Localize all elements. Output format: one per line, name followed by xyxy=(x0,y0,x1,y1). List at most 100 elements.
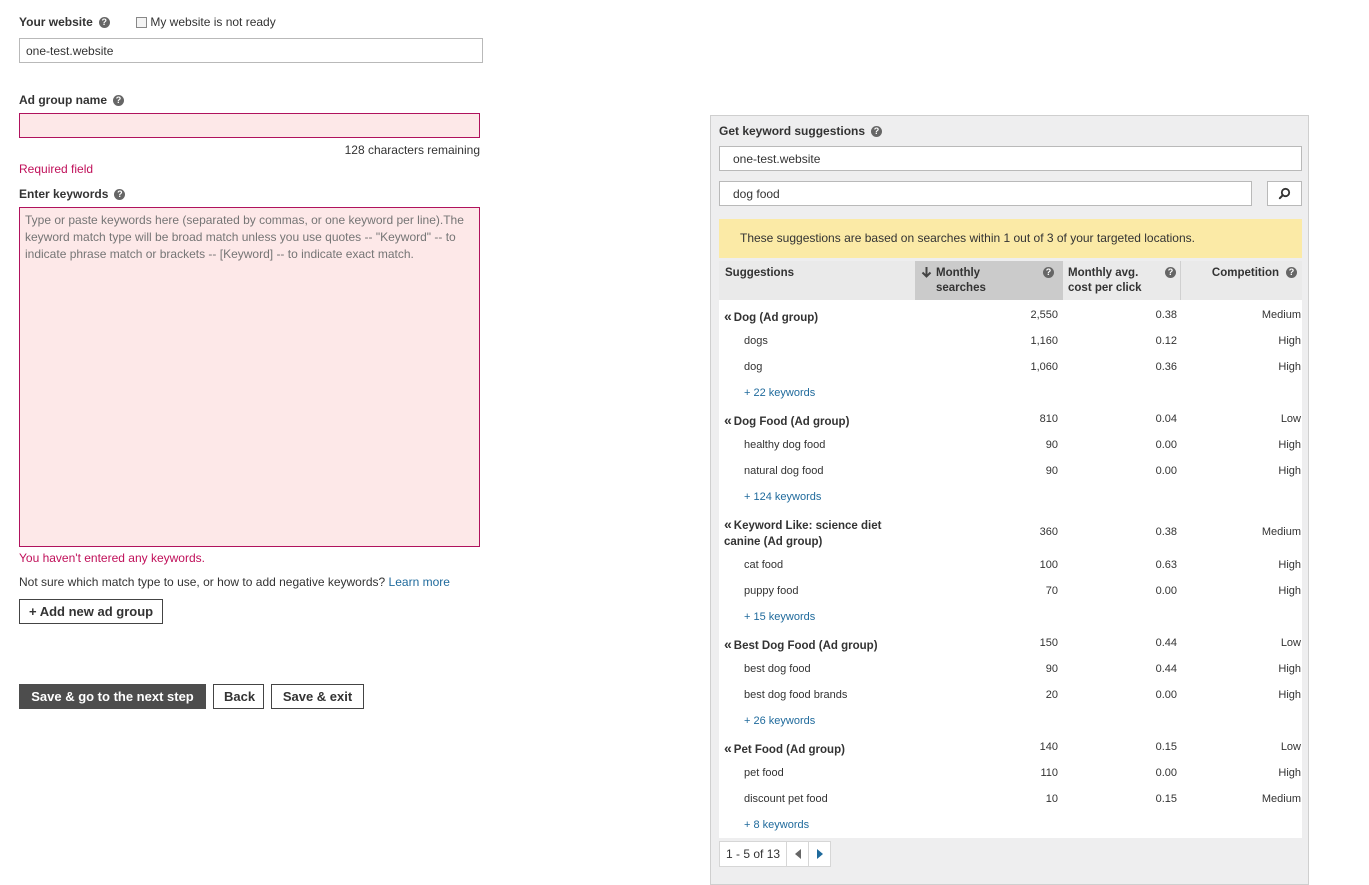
website-label-text: Your website xyxy=(19,15,93,29)
add-ad-group-button[interactable]: + Add new ad group xyxy=(19,599,164,624)
help-icon[interactable]: ? xyxy=(114,189,126,201)
triangle-left-icon xyxy=(794,849,801,859)
help-icon[interactable]: ? xyxy=(1286,267,1297,278)
avg-cpc: 0.00 xyxy=(1155,689,1177,701)
collapse-chevron-icon[interactable]: « xyxy=(724,740,732,756)
competition: Low xyxy=(1280,741,1301,753)
more-keywords-link[interactable]: + 15 keywords xyxy=(744,611,815,623)
ad-group-name-text: Dog (Ad group) xyxy=(733,312,819,324)
ad-group-name: «Keyword Like: science diet canine (Ad g… xyxy=(724,516,909,550)
suggestion-keyword-input[interactable] xyxy=(719,181,1252,206)
keyword-name: dog xyxy=(744,361,763,373)
more-keywords-link[interactable]: + 124 keywords xyxy=(744,491,821,503)
ad-group-row[interactable]: «Dog (Ad group) 2,550 0.38 Medium xyxy=(719,302,1302,328)
suggestion-website-input[interactable] xyxy=(719,146,1302,171)
avg-cpc: 0.04 xyxy=(1155,413,1177,425)
suggestions-table-header: Suggestions Monthly searches ? Monthly a… xyxy=(719,261,1302,300)
locations-notice: These suggestions are based on searches … xyxy=(719,219,1302,258)
col-competition[interactable]: Competition ? xyxy=(1181,261,1302,300)
help-icon[interactable]: ? xyxy=(1165,267,1176,278)
col-suggestions[interactable]: Suggestions xyxy=(719,261,915,300)
ad-group-row[interactable]: «Keyword Like: science diet canine (Ad g… xyxy=(719,510,1302,554)
avg-cpc: 0.00 xyxy=(1155,465,1177,477)
keyword-suggestions-title: Get keyword suggestions? xyxy=(719,124,883,138)
keyword-name: best dog food brands xyxy=(744,689,848,701)
competition: Medium xyxy=(1261,526,1301,538)
keyword-row[interactable]: puppy food 70 0.00 High xyxy=(719,578,1302,604)
ad-group-name-text: Keyword Like: science diet canine (Ad gr… xyxy=(724,520,882,548)
competition: High xyxy=(1278,439,1301,451)
monthly-searches: 2,550 xyxy=(1030,309,1058,321)
monthly-searches: 110 xyxy=(1040,767,1058,779)
keyword-row[interactable]: pet food 110 0.00 High xyxy=(719,760,1302,786)
keyword-row[interactable]: healthy dog food 90 0.00 High xyxy=(719,432,1302,458)
help-icon[interactable]: ? xyxy=(871,126,883,138)
competition: High xyxy=(1278,465,1301,477)
keyword-row[interactable]: natural dog food 90 0.00 High xyxy=(719,458,1302,484)
help-icon[interactable]: ? xyxy=(1043,267,1054,278)
pagination-text: 1 - 5 of 13 xyxy=(720,842,788,866)
website-not-ready-checkbox[interactable] xyxy=(136,17,147,29)
ad-group-name: «Dog Food (Ad group) xyxy=(724,412,909,430)
ad-group-name: «Best Dog Food (Ad group) xyxy=(724,636,909,654)
ad-group-row[interactable]: «Dog Food (Ad group) 810 0.04 Low xyxy=(719,406,1302,432)
ad-group-name-text: Pet Food (Ad group) xyxy=(733,744,845,756)
avg-cpc: 0.44 xyxy=(1155,637,1177,649)
monthly-searches: 1,160 xyxy=(1030,335,1058,347)
keyword-row[interactable]: best dog food 90 0.44 High xyxy=(719,656,1302,682)
keyword-row[interactable]: best dog food brands 20 0.00 High xyxy=(719,682,1302,708)
save-next-button[interactable]: Save & go to the next step xyxy=(19,684,206,709)
monthly-searches: 90 xyxy=(1045,439,1058,451)
competition: High xyxy=(1278,663,1301,675)
more-keywords-link[interactable]: + 22 keywords xyxy=(744,387,815,399)
match-type-help: Not sure which match type to use, or how… xyxy=(19,575,450,589)
monthly-searches: 90 xyxy=(1045,663,1058,675)
help-icon[interactable]: ? xyxy=(98,17,110,29)
keyword-row[interactable]: dog 1,060 0.36 High xyxy=(719,354,1302,380)
more-keywords-link[interactable]: + 26 keywords xyxy=(744,715,815,727)
more-keywords-row: + 8 keywords xyxy=(719,812,1302,838)
col-monthly-searches-label: Monthly searches xyxy=(936,266,986,296)
search-button[interactable] xyxy=(1267,181,1302,206)
competition: High xyxy=(1278,585,1301,597)
pagination: 1 - 5 of 13 xyxy=(719,841,832,867)
keywords-textarea[interactable] xyxy=(19,207,480,547)
collapse-chevron-icon[interactable]: « xyxy=(724,516,732,532)
keyword-name: puppy food xyxy=(744,585,799,597)
keyword-row[interactable]: discount pet food 10 0.15 Medium xyxy=(719,786,1302,812)
more-keywords-link[interactable]: + 8 keywords xyxy=(744,819,809,831)
collapse-chevron-icon[interactable]: « xyxy=(724,636,732,652)
learn-more-link[interactable]: Learn more xyxy=(389,575,450,589)
avg-cpc: 0.38 xyxy=(1155,526,1177,538)
col-monthly-searches[interactable]: Monthly searches ? xyxy=(915,261,1063,300)
back-button[interactable]: Back xyxy=(213,684,264,709)
ad-group-name-text: Best Dog Food (Ad group) xyxy=(733,640,878,652)
avg-cpc: 0.12 xyxy=(1155,335,1177,347)
competition: Low xyxy=(1280,413,1301,425)
save-exit-button[interactable]: Save & exit xyxy=(271,684,364,709)
monthly-searches: 140 xyxy=(1039,741,1058,753)
ad-group-row[interactable]: «Best Dog Food (Ad group) 150 0.44 Low xyxy=(719,630,1302,656)
website-not-ready-checkbox-row[interactable]: My website is not ready xyxy=(136,15,276,29)
prev-page-button[interactable] xyxy=(787,842,808,866)
monthly-searches: 150 xyxy=(1039,637,1058,649)
keyword-row[interactable]: dogs 1,160 0.12 High xyxy=(719,328,1302,354)
monthly-searches: 90 xyxy=(1045,465,1058,477)
website-input[interactable] xyxy=(19,38,483,63)
col-avg-cpc[interactable]: Monthly avg. cost per click ? xyxy=(1063,261,1181,300)
ad-group-row[interactable]: «Pet Food (Ad group) 140 0.15 Low xyxy=(719,734,1302,760)
col-monthly-searches-line1: Monthly xyxy=(936,267,981,279)
match-type-help-text: Not sure which match type to use, or how… xyxy=(19,575,386,589)
ad-group-name-input[interactable] xyxy=(19,113,480,138)
next-page-button[interactable] xyxy=(808,842,830,866)
ad-group-required-error: Required field xyxy=(19,162,94,176)
help-icon[interactable]: ? xyxy=(113,95,125,107)
competition: Low xyxy=(1280,637,1301,649)
competition: Medium xyxy=(1261,309,1301,321)
collapse-chevron-icon[interactable]: « xyxy=(724,308,732,324)
avg-cpc: 0.00 xyxy=(1155,585,1177,597)
ad-group-name-label-text: Ad group name xyxy=(19,93,108,107)
keyword-row[interactable]: cat food 100 0.63 High xyxy=(719,552,1302,578)
triangle-right-icon xyxy=(816,849,823,859)
collapse-chevron-icon[interactable]: « xyxy=(724,412,732,428)
